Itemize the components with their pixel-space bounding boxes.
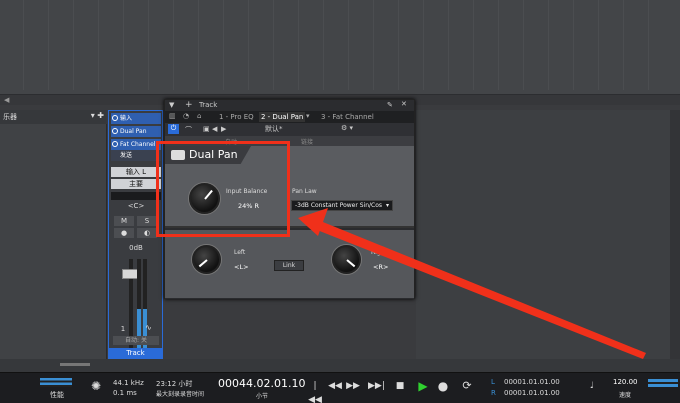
pin-icon[interactable]: ✎ xyxy=(387,101,393,109)
loop-start[interactable]: 00001.01.01.00 xyxy=(504,378,560,386)
insert-dual-pan[interactable]: Dual Pan xyxy=(111,126,161,137)
tempo-label: 速度 xyxy=(619,392,632,399)
send-row[interactable]: 发送 xyxy=(111,150,161,161)
plugin-tab-bar: ▥ ◔ ⌂ 1 - Pro EQ 2 - Dual Pan ▾ 3 - Fat … xyxy=(165,111,414,123)
tab-dual-pan[interactable]: 2 - Dual Pan xyxy=(259,112,306,122)
left-value: <L> xyxy=(234,263,249,271)
mute-button[interactable]: M xyxy=(114,216,134,226)
left-label: Left xyxy=(234,249,246,256)
left-pan-knob[interactable] xyxy=(192,245,221,274)
volume-fader-handle[interactable] xyxy=(122,269,138,279)
mixer-empty-area xyxy=(416,110,670,372)
sample-rate: 44.1 kHz xyxy=(113,379,144,387)
pan-law-label: Pan Law xyxy=(292,188,317,195)
pan-section: Left <L> Link Right <R> xyxy=(165,230,414,298)
automation-mode[interactable]: 自动: 关 xyxy=(113,336,159,345)
link-button[interactable]: Link xyxy=(274,260,304,271)
preset-name[interactable]: 默认* xyxy=(265,124,325,134)
latency: 0.1 ms xyxy=(113,389,137,397)
track-number: 1 xyxy=(120,325,126,333)
instrument-label: 乐器 xyxy=(3,113,17,121)
cpu-spinner-icon: ✺ xyxy=(91,379,102,393)
save-preset-icon[interactable]: ▣ xyxy=(203,125,210,133)
fast-forward-icon[interactable]: ▶▶ xyxy=(346,379,360,393)
add-instrument-icon[interactable]: ▾ ✚ xyxy=(91,111,104,120)
power-icon[interactable] xyxy=(112,115,118,121)
power-icon[interactable] xyxy=(112,141,118,147)
pan-law-select[interactable]: -3dB Constant Power Sin/Cos ▾ xyxy=(291,200,393,211)
annotation-highlight-box xyxy=(156,141,290,237)
record-icon[interactable]: ● xyxy=(436,379,450,393)
position-display[interactable]: 00044.02.01.10 xyxy=(218,377,305,390)
output-meter xyxy=(648,379,678,387)
right-value: <R> xyxy=(373,263,389,271)
power-icon[interactable] xyxy=(112,128,118,134)
close-icon[interactable]: ✕ xyxy=(401,100,407,108)
mixer-view-icon[interactable]: ▥ xyxy=(169,112,176,120)
mixer-scrollbar[interactable] xyxy=(670,110,680,372)
right-pan-knob[interactable] xyxy=(332,245,361,274)
tab-fat-channel[interactable]: 3 - Fat Channel xyxy=(319,112,376,122)
play-icon[interactable]: ▶ xyxy=(416,379,430,393)
add-plugin-icon[interactable]: + xyxy=(185,100,193,110)
return-to-start-icon[interactable]: |◀◀ xyxy=(308,379,322,403)
insert-fat-channel[interactable]: Fat Channel xyxy=(111,139,161,150)
daw-window: ◀ 乐器 ▾ ✚ 输入 Dual Pan Fat Channel 发送 输入 L… xyxy=(0,0,680,403)
settings-gear-icon[interactable]: ⚙ ▾ xyxy=(341,124,353,132)
gain-value: 0dB xyxy=(129,244,143,252)
waveform-icon[interactable]: ∿ xyxy=(145,323,152,332)
routing-icon[interactable]: ⌂ xyxy=(197,112,201,120)
scroll-left-icon[interactable]: ◀ xyxy=(4,96,9,104)
stop-icon[interactable]: ■ xyxy=(393,379,407,393)
plugin-toolbar: ⏻ ⌒ ▣ ◀ ▶ 默认* ⚙ ▾ xyxy=(165,123,414,136)
mixer-footer xyxy=(0,359,680,372)
arrange-view[interactable] xyxy=(0,0,680,95)
pan-value: <C> xyxy=(127,202,145,210)
tempo-value[interactable]: 120.00 xyxy=(613,378,638,386)
performance-meter xyxy=(40,378,72,387)
preset-next-icon[interactable]: ▶ xyxy=(221,125,226,133)
input-row[interactable]: 输入 xyxy=(111,113,161,124)
record-time-label: 最大刻录录音时间 xyxy=(156,391,205,398)
performance-label: 性能 xyxy=(50,391,64,399)
metronome-icon[interactable]: ♩ xyxy=(585,379,599,393)
compare-icon[interactable]: ⌒ xyxy=(185,125,192,135)
loop-end-marker: R xyxy=(491,389,496,397)
mixer-scroll-handle[interactable] xyxy=(60,363,90,366)
instrument-panel: 乐器 ▾ ✚ xyxy=(0,110,107,372)
loop-start-marker: L xyxy=(491,378,495,386)
output-select-button[interactable]: 主要 xyxy=(111,179,161,189)
loop-icon[interactable]: ⟳ xyxy=(460,379,474,393)
loop-end[interactable]: 00001.01.01.00 xyxy=(504,389,560,397)
transport-bar: 性能 ✺ 44.1 kHz 0.1 ms 23:12 小时 最大刻录录音时间 0… xyxy=(0,372,680,403)
channel-strip: 输入 Dual Pan Fat Channel 发送 输入 L 主要 <C> M… xyxy=(108,110,163,359)
go-to-end-icon[interactable]: ▶▶| xyxy=(368,379,385,393)
record-arm-icon[interactable]: ● xyxy=(114,228,134,238)
rewind-icon[interactable]: ◀◀ xyxy=(328,379,342,393)
solo-button[interactable]: S xyxy=(137,216,157,226)
plugin-window-titlebar[interactable]: ▼ + Track ✎ ✕ xyxy=(165,100,414,111)
preset-prev-icon[interactable]: ◀ xyxy=(212,125,217,133)
monitor-icon[interactable]: ◐ xyxy=(137,228,157,238)
right-label: Right xyxy=(371,249,387,256)
link-label[interactable]: 链接 xyxy=(301,137,313,146)
input-select-button[interactable]: 输入 L xyxy=(111,167,161,177)
plugin-window-title: Track xyxy=(199,101,218,109)
tab-pro-eq[interactable]: 1 - Pro EQ xyxy=(217,112,256,122)
tab-dropdown-icon[interactable]: ▾ xyxy=(306,112,310,120)
menu-icon[interactable]: ▼ xyxy=(169,101,174,109)
position-unit[interactable]: 小节 xyxy=(256,391,268,400)
record-time: 23:12 小时 xyxy=(156,380,193,388)
bypass-power-icon[interactable]: ⏻ xyxy=(168,124,179,134)
pan-slider[interactable] xyxy=(111,192,161,200)
chevron-down-icon: ▾ xyxy=(385,202,389,209)
track-name-label[interactable]: Track xyxy=(109,348,162,358)
instrument-panel-header: 乐器 ▾ ✚ xyxy=(0,110,107,124)
preset-icon[interactable]: ◔ xyxy=(183,112,189,120)
